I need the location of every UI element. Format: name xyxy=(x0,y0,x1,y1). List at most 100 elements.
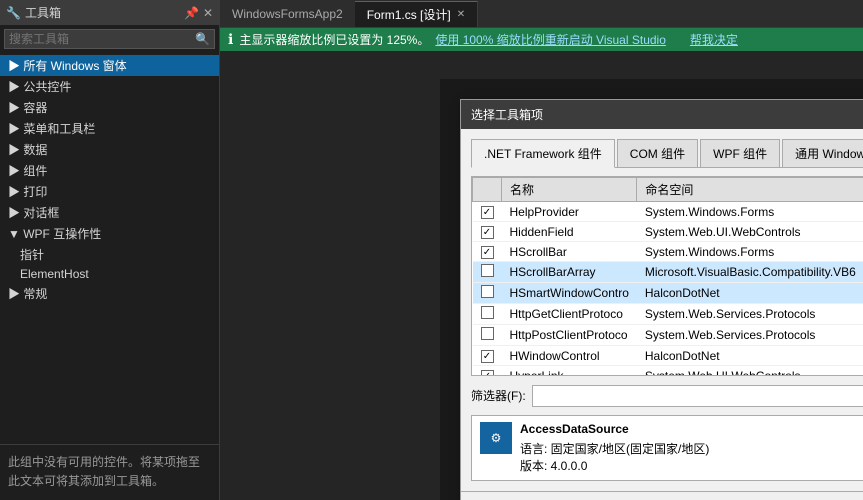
sidebar-item-general[interactable]: ▶ 常规 xyxy=(0,283,219,304)
filter-label: 筛选器(F): xyxy=(471,387,526,404)
dialog-title: 选择工具箱项 xyxy=(471,106,543,123)
nav-item-label: ▶ 公共控件 xyxy=(8,78,71,95)
selected-item-version: 版本: 4.0.0.0 xyxy=(520,457,863,474)
nav-item-label: ▶ 数据 xyxy=(8,141,47,158)
row-namespace: HalconDotNet xyxy=(637,283,863,304)
table-header-row: 名称 命名空间 程序集名称 xyxy=(473,178,863,202)
row-checkbox[interactable] xyxy=(473,262,502,283)
row-namespace: System.Web.UI.WebControls xyxy=(637,222,863,242)
selected-item-icon: ⚙ xyxy=(480,422,512,454)
components-table-container[interactable]: 名称 命名空间 程序集名称 ✓HelpProviderSystem.Window… xyxy=(471,176,863,376)
sidebar-item-all-windows[interactable]: ▶ 所有 Windows 窗体 xyxy=(0,55,219,76)
table-row[interactable]: HttpGetClientProtocoSystem.Web.Services.… xyxy=(473,304,863,325)
nav-item-label: ElementHost xyxy=(20,267,89,281)
row-name: HttpPostClientProtoco xyxy=(502,325,637,346)
row-namespace: Microsoft.VisualBasic.Compatibility.VB6 xyxy=(637,262,863,283)
row-namespace: System.Web.UI.WebControls xyxy=(637,366,863,377)
row-checkbox[interactable] xyxy=(473,283,502,304)
row-name: HScrollBar xyxy=(502,242,637,262)
sidebar-info: 此组中没有可用的控件。将某项拖至此文本可将其添加到工具箱。 xyxy=(0,444,219,500)
table-row[interactable]: ✓HyperLinkSystem.Web.UI.WebControlsSyste… xyxy=(473,366,863,377)
row-namespace: System.Windows.Forms xyxy=(637,202,863,222)
tab-wpf[interactable]: WPF 组件 xyxy=(700,139,780,167)
tab-bar: WindowsFormsApp2 Form1.cs [设计] ✕ xyxy=(220,0,863,28)
main-area: WindowsFormsApp2 Form1.cs [设计] ✕ ℹ 主显示器缩… xyxy=(220,0,863,500)
table-row[interactable]: ✓HiddenFieldSystem.Web.UI.WebControlsSys… xyxy=(473,222,863,242)
checkbox-mark: ✓ xyxy=(481,350,494,363)
table-row[interactable]: ✓HWindowControlHalconDotNethalcondotnet xyxy=(473,346,863,366)
filter-row: 筛选器(F): 清除(C) xyxy=(471,384,863,407)
selected-item-lang: 语言: 固定国家/地区(固定国家/地区) xyxy=(520,440,863,457)
info-separator xyxy=(672,31,684,48)
col-checkbox xyxy=(473,178,502,202)
sidebar-item-print[interactable]: ▶ 打印 xyxy=(0,181,219,202)
row-name: HttpGetClientProtoco xyxy=(502,304,637,325)
nav-item-label: ▶ 容器 xyxy=(8,99,47,116)
search-input[interactable] xyxy=(9,32,195,46)
table-body: ✓HelpProviderSystem.Windows.FormsSystem.… xyxy=(473,202,863,377)
selected-item-title: AccessDataSource xyxy=(520,422,863,436)
nav-item-label: ▶ 对话框 xyxy=(8,204,59,221)
tab-dotnet[interactable]: .NET Framework 组件 xyxy=(471,139,615,168)
help-decide-link[interactable]: 帮我决定 xyxy=(690,31,738,48)
sidebar-header: 🔧 工具箱 📌 ✕ xyxy=(0,0,219,25)
row-namespace: HalconDotNet xyxy=(637,346,863,366)
dialog-tabs: .NET Framework 组件 COM 组件 WPF 组件 通用 Windo… xyxy=(471,139,863,168)
dialog-footer: 确定 取消 重置(R) xyxy=(461,491,863,500)
row-checkbox[interactable]: ✓ xyxy=(473,366,502,377)
row-name: HSmartWindowContro xyxy=(502,283,637,304)
sidebar-item-data[interactable]: ▶ 数据 xyxy=(0,139,219,160)
item-icon-glyph: ⚙ xyxy=(491,431,502,445)
row-checkbox[interactable]: ✓ xyxy=(473,242,502,262)
row-checkbox[interactable] xyxy=(473,304,502,325)
sidebar-nav: ▶ 所有 Windows 窗体 ▶ 公共控件 ▶ 容器 ▶ 菜单和工具栏 ▶ 数… xyxy=(0,53,219,444)
filter-input[interactable] xyxy=(532,385,863,407)
checkbox-mark xyxy=(481,327,494,340)
table-row[interactable]: HScrollBarArrayMicrosoft.VisualBasic.Com… xyxy=(473,262,863,283)
nav-item-label: ▶ 常规 xyxy=(8,285,47,302)
sidebar-item-common[interactable]: ▶ 公共控件 xyxy=(0,76,219,97)
tab-form1-design[interactable]: Form1.cs [设计] ✕ xyxy=(355,1,478,27)
row-checkbox[interactable]: ✓ xyxy=(473,346,502,366)
row-name: HWindowControl xyxy=(502,346,637,366)
components-table: 名称 命名空间 程序集名称 ✓HelpProviderSystem.Window… xyxy=(472,177,863,376)
selected-item-section: ⚙ AccessDataSource 语言: 固定国家/地区(固定国家/地区) … xyxy=(471,415,863,481)
row-checkbox[interactable]: ✓ xyxy=(473,222,502,242)
col-namespace[interactable]: 命名空间 xyxy=(637,178,863,202)
row-namespace: System.Web.Services.Protocols xyxy=(637,304,863,325)
sidebar-item-dialog[interactable]: ▶ 对话框 xyxy=(0,202,219,223)
sidebar-title-area: 🔧 工具箱 xyxy=(6,4,61,21)
col-name[interactable]: 名称 xyxy=(502,178,637,202)
table-row[interactable]: HttpPostClientProtocoSystem.Web.Services… xyxy=(473,325,863,346)
row-name: HiddenField xyxy=(502,222,637,242)
pin-icon[interactable]: 📌 xyxy=(184,6,199,20)
table-row[interactable]: ✓HelpProviderSystem.Windows.FormsSystem.… xyxy=(473,202,863,222)
row-name: HyperLink xyxy=(502,366,637,377)
table-row[interactable]: HSmartWindowControHalconDotNethalcondotn… xyxy=(473,283,863,304)
choose-toolbox-dialog: 选择工具箱项 ? ✕ .NET Framework 组件 COM 组件 WPF … xyxy=(460,99,863,500)
sidebar-item-pointer[interactable]: 指针 xyxy=(0,244,219,265)
row-checkbox[interactable]: ✓ xyxy=(473,202,502,222)
app-name-label: WindowsFormsApp2 xyxy=(220,3,355,25)
sidebar-item-wpf[interactable]: ▼ WPF 互操作性 xyxy=(0,223,219,244)
search-box[interactable]: 🔍 xyxy=(4,29,215,49)
restart-link[interactable]: 使用 100% 缩放比例重新启动 Visual Studio xyxy=(435,31,666,48)
table-row[interactable]: ✓HScrollBarSystem.Windows.FormsSystem.Wi… xyxy=(473,242,863,262)
sidebar-item-menus[interactable]: ▶ 菜单和工具栏 xyxy=(0,118,219,139)
checkbox-mark: ✓ xyxy=(481,226,494,239)
row-checkbox[interactable] xyxy=(473,325,502,346)
dialog-overlay: 选择工具箱项 ? ✕ .NET Framework 组件 COM 组件 WPF … xyxy=(440,79,863,500)
sidebar-item-elementhost[interactable]: ElementHost xyxy=(0,265,219,283)
row-namespace: System.Web.Services.Protocols xyxy=(637,325,863,346)
search-icon: 🔍 xyxy=(195,32,210,46)
content-area: 选择工具箱项 ? ✕ .NET Framework 组件 COM 组件 WPF … xyxy=(220,51,863,500)
tab-close-icon[interactable]: ✕ xyxy=(457,9,465,20)
tab-com[interactable]: COM 组件 xyxy=(617,139,698,167)
sidebar-title: 工具箱 xyxy=(25,4,61,21)
tab-uwp[interactable]: 通用 Windows 组件 xyxy=(782,139,863,167)
nav-item-label: ▶ 菜单和工具栏 xyxy=(8,120,95,137)
close-icon[interactable]: ✕ xyxy=(203,6,213,20)
sidebar-item-components[interactable]: ▶ 组件 xyxy=(0,160,219,181)
row-namespace: System.Windows.Forms xyxy=(637,242,863,262)
sidebar-item-containers[interactable]: ▶ 容器 xyxy=(0,97,219,118)
